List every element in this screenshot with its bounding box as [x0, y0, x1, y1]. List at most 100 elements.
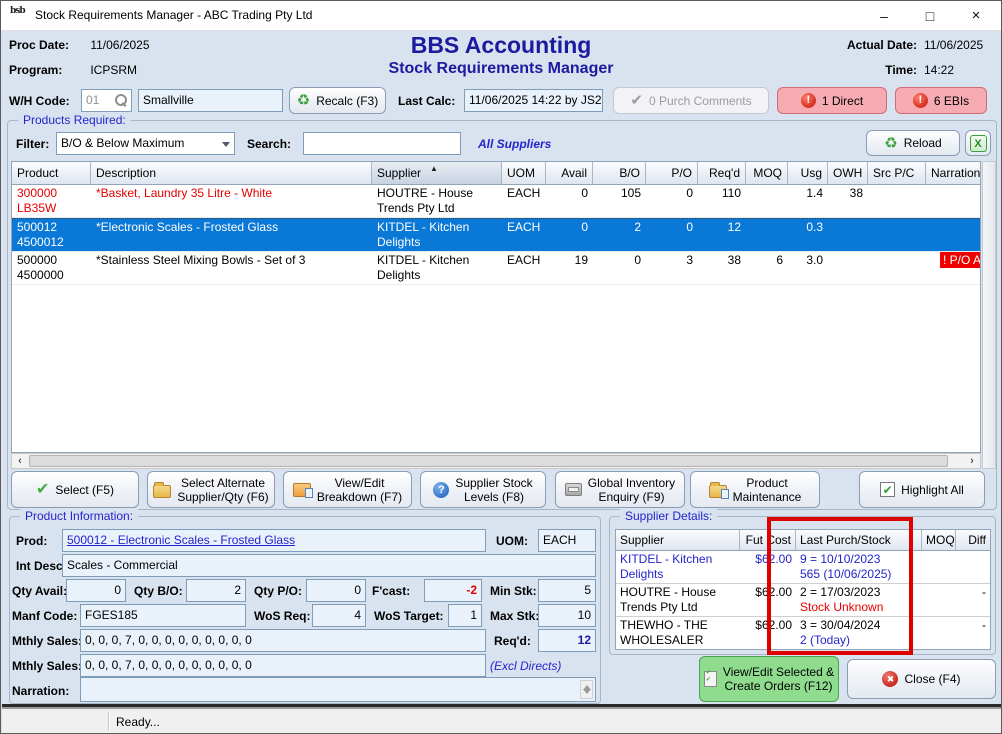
cell-reqd: 12 — [698, 219, 746, 251]
scrollbar-thumb[interactable] — [29, 455, 948, 467]
supplier-row[interactable]: HOUTRE - HouseTrends Pty Ltd $62.00 2 = … — [616, 584, 990, 617]
scroll-spinner[interactable] — [580, 680, 593, 699]
qty-po-label: Qty P/O: — [254, 584, 302, 598]
recalc-button[interactable]: ♻ Recalc (F3) — [289, 87, 386, 114]
ebis-alert-button[interactable]: ! 6 EBIs — [895, 87, 987, 114]
cell-fut-cost: $62.00 — [740, 617, 796, 649]
title-bar: bsb Stock Requirements Manager - ABC Tra… — [1, 1, 1001, 31]
stock-levels-label: Supplier StockLevels (F8) — [455, 476, 532, 504]
close-button[interactable]: ✖ Close (F4) — [847, 659, 996, 699]
cell-usg: 0.3 — [788, 219, 828, 251]
recycle-icon: ♻ — [297, 93, 310, 108]
select-label: Select (F5) — [55, 483, 114, 497]
spin-down-icon[interactable] — [583, 689, 591, 694]
cell-uom: EACH — [502, 252, 546, 284]
product-link[interactable]: 500012 - Electronic Scales - Frosted Gla… — [67, 533, 295, 547]
window-title: Stock Requirements Manager - ABC Trading… — [35, 8, 312, 22]
supplier-row[interactable]: THEWHO - THEWHOLESALER $62.00 3 = 30/04/… — [616, 617, 990, 649]
cell-uom: EACH — [502, 185, 546, 217]
cell-narration — [926, 219, 980, 251]
folder-edit-icon — [153, 485, 171, 498]
scroll-right-icon[interactable]: › — [964, 454, 980, 468]
col-header-diff[interactable]: Diff — [956, 530, 990, 551]
table-row-selected[interactable]: 5000124500012 *Electronic Scales - Frost… — [12, 218, 980, 252]
cell-moq — [746, 185, 788, 217]
warehouse-name-field[interactable]: Smallville — [138, 89, 283, 112]
col-header-po[interactable]: P/O — [646, 162, 698, 184]
cell-moq — [922, 551, 956, 583]
purch-comments-label: 0 Purch Comments — [649, 94, 752, 108]
select-button[interactable]: ✔ Select (F5) — [11, 471, 139, 508]
reload-label: Reload — [904, 136, 942, 150]
supplier-row[interactable]: KITDEL - KitchenDelights $62.00 9 = 10/1… — [616, 551, 990, 584]
col-header-last-purch[interactable]: Last Purch/Stock — [796, 530, 922, 551]
qty-bo-label: Qty B/O: — [134, 584, 183, 598]
close-window-button[interactable]: × — [953, 1, 999, 31]
export-excel-button[interactable]: X — [965, 130, 991, 156]
suppliers-scope-label: All Suppliers — [478, 137, 551, 151]
po-alerts-badge: ! P/O Alerts E — [940, 252, 980, 268]
cell-product: 5000124500012 — [12, 219, 91, 251]
cell-srcpc — [868, 185, 926, 217]
manf-code-field[interactable]: FGES185 — [80, 604, 246, 627]
col-header-narration[interactable]: Narration — [926, 162, 980, 184]
col-header-moq[interactable]: MOQ — [746, 162, 788, 184]
cell-avail: 19 — [546, 252, 593, 284]
col-header-avail[interactable]: Avail — [546, 162, 593, 184]
supplier-stock-levels-button[interactable]: ? Supplier StockLevels (F8) — [420, 471, 546, 508]
cell-supplier-name: HOUTRE - HouseTrends Pty Ltd — [616, 584, 740, 616]
cell-product: 5000004500000 — [12, 252, 91, 284]
cell-moq — [922, 617, 956, 649]
col-header-fut-cost[interactable]: Fut Cost — [740, 530, 796, 551]
search-lookup-icon[interactable] — [115, 94, 127, 106]
cell-po: 3 — [646, 252, 698, 284]
cell-supplier: HOUTRE - HouseTrends Pty Ltd — [372, 185, 502, 217]
col-header-reqd[interactable]: Req'd — [698, 162, 746, 184]
col-header-description[interactable]: Description — [91, 162, 372, 184]
col-header-srcpc[interactable]: Src P/C — [868, 162, 926, 184]
col-header-uom[interactable]: UOM — [502, 162, 546, 184]
select-alternate-supplier-button[interactable]: Select AlternateSupplier/Qty (F6) — [147, 471, 275, 508]
col-header-bo[interactable]: B/O — [593, 162, 646, 184]
purch-comments-button[interactable]: ✔ 0 Purch Comments — [613, 87, 769, 114]
vertical-scrollbar[interactable] — [982, 161, 996, 469]
maximize-button[interactable]: □ — [907, 1, 953, 31]
scroll-left-icon[interactable]: ‹ — [12, 454, 28, 468]
int-desc-label: Int Desc: — [16, 559, 67, 573]
orders-checklist-icon — [704, 671, 717, 687]
search-input[interactable] — [303, 132, 461, 155]
cell-moq: 6 — [746, 252, 788, 284]
highlight-all-button[interactable]: ✔ Highlight All — [859, 471, 985, 508]
excel-icon: X — [970, 135, 987, 152]
col-header-product[interactable]: Product — [12, 162, 91, 184]
view-edit-breakdown-button[interactable]: View/EditBreakdown (F7) — [283, 471, 412, 508]
cell-owh — [828, 219, 868, 251]
narration-textarea[interactable] — [80, 677, 596, 702]
global-inventory-enquiry-button[interactable]: Global InventoryEnquiry (F9) — [555, 471, 685, 508]
max-stk-field: 10 — [538, 604, 596, 627]
col-header-usg[interactable]: Usg — [788, 162, 828, 184]
col-header-supplier[interactable]: Supplier — [616, 530, 740, 551]
max-stk-label: Max Stk: — [490, 609, 539, 623]
cell-moq — [746, 219, 788, 251]
supplier-details-group: Supplier Details: Supplier Fut Cost Last… — [609, 516, 996, 655]
horizontal-scrollbar[interactable]: ‹ › — [11, 453, 981, 469]
direct-alert-button[interactable]: ! 1 Direct — [777, 87, 887, 114]
prod-link-field[interactable]: 500012 - Electronic Scales - Frosted Gla… — [62, 529, 486, 552]
product-maintenance-button[interactable]: ProductMaintenance — [690, 471, 820, 508]
folder-page-icon — [709, 485, 727, 498]
col-header-moq[interactable]: MOQ — [922, 530, 956, 551]
col-header-owh[interactable]: OWH — [828, 162, 868, 184]
reload-button[interactable]: ♻ Reload — [866, 130, 960, 156]
alt-supplier-label: Select AlternateSupplier/Qty (F6) — [177, 476, 268, 504]
col-header-supplier[interactable]: Supplier▲ — [372, 162, 502, 184]
filter-dropdown[interactable]: B/O & Below Maximum — [56, 132, 235, 155]
mthly-sales-field-2: 0, 0, 0, 7, 0, 0, 0, 0, 0, 0, 0, 0, 0 — [80, 654, 486, 677]
table-row[interactable]: 300000LB35W *Basket, Laundry 35 Litre - … — [12, 185, 980, 218]
wh-code-field[interactable]: 01 — [81, 89, 132, 112]
view-edit-create-orders-button[interactable]: View/Edit Selected &Create Orders (F12) — [699, 656, 839, 702]
table-row[interactable]: 5000004500000 *Stainless Steel Mixing Bo… — [12, 252, 980, 285]
int-desc-field[interactable]: Scales - Commercial — [62, 554, 596, 577]
status-text: Ready... — [116, 715, 160, 729]
minimize-button[interactable]: – — [861, 1, 907, 31]
